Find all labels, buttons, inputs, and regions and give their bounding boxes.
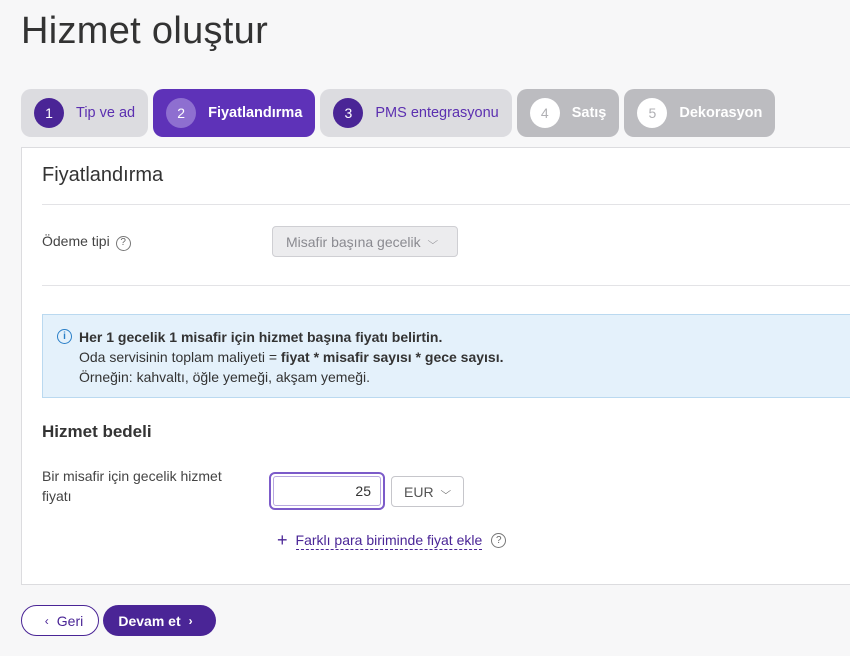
- step-number: 5: [637, 98, 668, 128]
- help-icon[interactable]: ?: [491, 533, 507, 548]
- step-number: 3: [333, 98, 364, 128]
- info-line-3: Örneğin: kahvaltı, öğle yemeği, akşam ye…: [79, 369, 371, 385]
- add-currency-label: Farklı para biriminde fiyat ekle: [295, 531, 483, 550]
- currency-select[interactable]: EUR ⌵: [391, 476, 464, 507]
- footer-buttons: ‹ Geri Devam et ›: [21, 605, 216, 636]
- payment-type-label-text: Ödeme tipi: [42, 233, 110, 249]
- help-icon[interactable]: ?: [115, 235, 131, 251]
- back-label: Geri: [56, 612, 84, 629]
- info-line-2-prefix: Oda servisinin toplam maliyeti =: [79, 349, 281, 365]
- plus-icon: +: [277, 530, 288, 550]
- step-pms-integration[interactable]: 3 PMS entegrasyonu: [320, 89, 512, 137]
- divider: [42, 285, 850, 286]
- payment-type-label: Ödeme tipi?: [42, 231, 131, 251]
- step-label: PMS entegrasyonu: [375, 105, 499, 121]
- next-label: Devam et: [118, 612, 181, 629]
- card-title: Fiyatlandırma: [42, 164, 164, 186]
- info-line-2: Oda servisinin toplam maliyeti = fiyat *…: [79, 347, 834, 367]
- step-number: 2: [166, 98, 197, 128]
- pricing-card: Fiyatlandırma Ödeme tipi? Misafir başına…: [21, 147, 850, 585]
- step-number: 4: [529, 98, 560, 128]
- page-title: Hizmet oluştur: [21, 10, 269, 52]
- divider: [42, 204, 850, 205]
- info-line-2-formula: fiyat * misafir sayısı * gece sayısı.: [280, 349, 504, 365]
- step-decoration[interactable]: 5 Dekorasyon: [624, 89, 776, 137]
- step-label: Dekorasyon: [679, 105, 763, 121]
- price-input[interactable]: [273, 476, 381, 506]
- chevron-down-icon: ⌵: [427, 236, 438, 247]
- back-button[interactable]: ‹ Geri: [21, 605, 99, 636]
- payment-type-value: Misafir başına gecelik: [286, 233, 421, 250]
- info-box: i Her 1 gecelik 1 misafir için hizmet ba…: [42, 314, 850, 398]
- info-line-1: Her 1 gecelik 1 misafir için hizmet başı…: [79, 329, 443, 345]
- chevron-down-icon: ⌵: [440, 486, 451, 497]
- section-heading: Hizmet bedeli: [42, 422, 152, 441]
- step-label: Tip ve ad: [76, 105, 136, 121]
- chevron-left-icon: ‹: [44, 613, 49, 628]
- price-input-wrapper: [269, 472, 385, 510]
- next-button[interactable]: Devam et ›: [103, 605, 216, 636]
- chevron-right-icon: ›: [188, 613, 193, 628]
- wizard-steps: 1 Tip ve ad 2 Fiyatlandırma 3 PMS entegr…: [21, 89, 776, 137]
- step-sales[interactable]: 4 Satış: [516, 89, 620, 137]
- step-label: Satış: [571, 105, 607, 121]
- step-pricing[interactable]: 2 Fiyatlandırma: [153, 89, 316, 137]
- info-icon: i: [57, 329, 72, 344]
- step-type-name[interactable]: 1 Tip ve ad: [21, 89, 149, 137]
- payment-type-select: Misafir başına gecelik ⌵: [272, 226, 458, 257]
- currency-value: EUR: [404, 483, 434, 500]
- step-number: 1: [34, 98, 64, 128]
- step-label: Fiyatlandırma: [208, 105, 303, 121]
- add-currency-link[interactable]: + Farklı para biriminde fiyat ekle ?: [277, 530, 507, 551]
- price-label: Bir misafir için gecelik hizmet fiyatı: [42, 468, 222, 504]
